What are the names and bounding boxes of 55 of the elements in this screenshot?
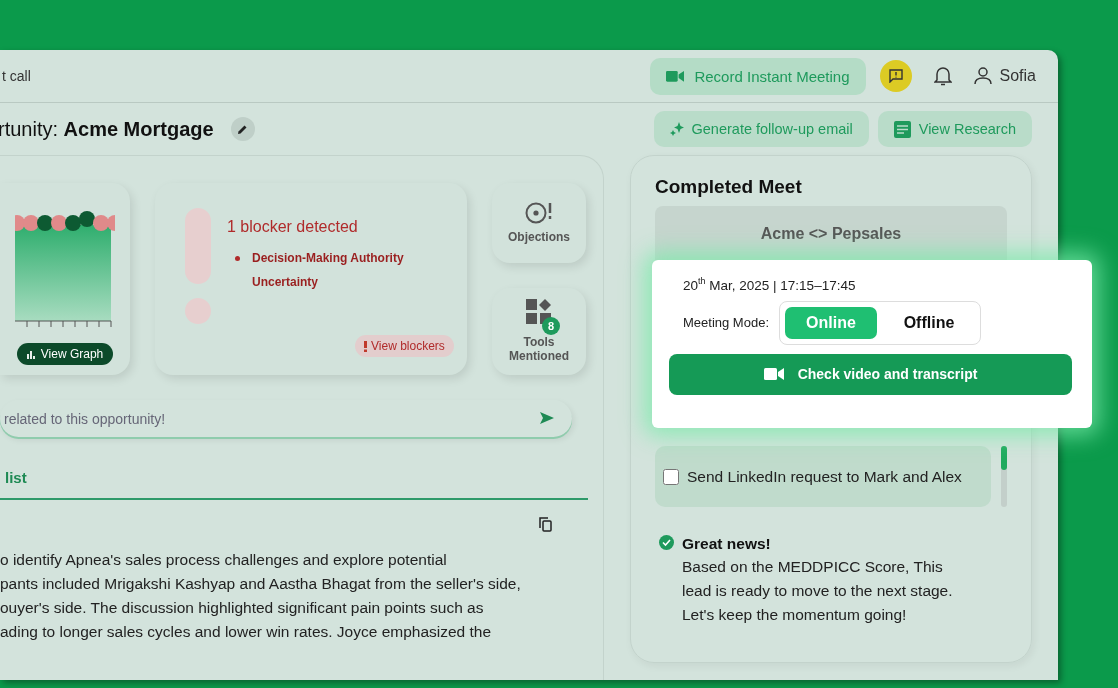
meeting-title: Completed Meet — [655, 176, 803, 198]
task-checkbox[interactable] — [663, 468, 679, 485]
follow-up-email-button[interactable]: Generate follow-up email — [653, 111, 869, 147]
card-label: Tools Mentioned — [508, 335, 570, 364]
bar-chart-icon — [26, 349, 36, 359]
bell-icon — [933, 66, 952, 86]
notice-text: Based on the MEDDPICC Score, This lead is ready to move to the next stage. Let's keep the momentum going! — [682, 557, 954, 625]
meeting-date: 20$^{th}$ Mar, 2025 | 17:15–17:45 — [683, 276, 857, 293]
card-label: Objections — [508, 229, 570, 244]
blocker-item: Decision-Making Authority Uncertainty — [252, 250, 405, 291]
view-graph-button[interactable]: View Graph — [16, 343, 114, 365]
check-video-button[interactable]: Check video and transcript — [669, 353, 1072, 395]
exclamation-icon — [364, 340, 367, 352]
edit-button[interactable] — [230, 117, 255, 141]
chart-point — [51, 215, 67, 231]
user-icon — [973, 67, 992, 85]
send-icon[interactable] — [540, 412, 554, 424]
objections-card[interactable]: Objections — [492, 183, 586, 263]
video-camera-icon — [763, 367, 784, 381]
target-alert-icon — [525, 201, 553, 224]
blocker-title: 1 blocker detected — [227, 218, 359, 236]
notice-title: Great news! — [682, 535, 772, 553]
summary-line: pants included Mrigakshi Kashyap and Aastha Bhagat from the seller's side, — [0, 574, 522, 594]
chart-point — [65, 215, 81, 231]
view-research-button[interactable]: View Research — [877, 111, 1032, 147]
summary-line: ading to longer sales cycles and lower win rates. Joyce emphasized the — [0, 622, 493, 642]
feedback-button[interactable] — [879, 60, 912, 92]
video-camera-icon — [666, 69, 685, 83]
mode-option[interactable]: Offline — [883, 306, 975, 339]
chat-alert-icon — [888, 69, 903, 83]
list-tab[interactable]: list — [0, 465, 27, 498]
tools-card[interactable]: 8 Tools Mentioned — [492, 287, 586, 375]
summary-line: ouyer's side. The discussion highlighted significant pain points such as — [0, 598, 485, 618]
opportunity-title: rtunity: Acme Mortgage — [0, 117, 214, 141]
scrollbar[interactable] — [1001, 446, 1007, 507]
page-title: t call — [2, 68, 32, 84]
user-menu-button[interactable]: Sofia — [973, 67, 1036, 85]
summary-line: o identify Apnea's sales process challenges and explore potential — [0, 550, 448, 570]
notifications-button[interactable] — [933, 66, 952, 86]
task-item[interactable]: Send LinkedIn request to Mark and Alex — [655, 446, 991, 507]
sparkle-icon — [669, 122, 684, 136]
mode-label: Meeting Mode: — [683, 315, 769, 330]
chart-point — [37, 215, 53, 231]
meeting-name: Acme <> Pepsales — [760, 225, 902, 242]
copy-icon[interactable] — [539, 517, 552, 532]
ask-field[interactable]: related to this opportunity! — [0, 400, 572, 437]
view-blockers-button[interactable]: View blockers — [355, 335, 454, 357]
mode-option[interactable]: Online — [785, 306, 877, 339]
chart-point — [79, 211, 95, 227]
bullet-icon — [235, 256, 240, 261]
record-meeting-button[interactable]: Record Instant Meeting — [650, 57, 866, 95]
count-badge: 8 — [542, 317, 560, 336]
check-circle-icon — [659, 535, 674, 550]
document-icon — [893, 120, 911, 138]
pencil-icon — [237, 123, 249, 135]
